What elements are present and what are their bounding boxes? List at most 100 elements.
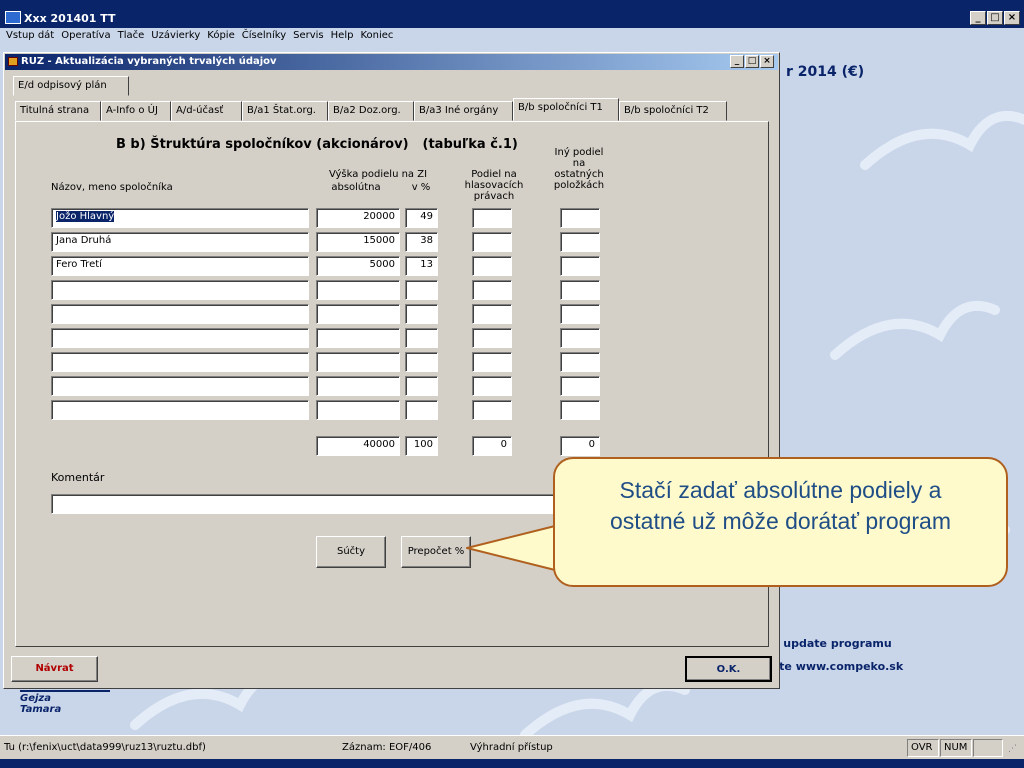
- tab-doz-org[interactable]: B/a2 Doz.org.: [328, 101, 414, 121]
- tab-spolocnici-t2[interactable]: B/b spoločníci T2: [619, 101, 727, 121]
- header-voting-line: Podiel na: [471, 169, 517, 180]
- partner-voting-field[interactable]: [472, 280, 512, 300]
- partner-absolute-field[interactable]: 20000: [316, 208, 400, 228]
- tab-spolocnici-t1[interactable]: B/b spoločníci T1: [513, 98, 619, 121]
- partner-name-value: Jožo Hlavný: [56, 211, 115, 222]
- partner-absolute-field[interactable]: [316, 400, 400, 420]
- partner-absolute-field[interactable]: [316, 376, 400, 396]
- status-record: Záznam: EOF/406: [342, 742, 432, 753]
- partner-other-field[interactable]: [560, 400, 600, 420]
- taskbar-strip: [0, 759, 1024, 768]
- tab-ine-organy[interactable]: B/a3 Iné orgány: [414, 101, 513, 121]
- comment-label: Komentár: [51, 471, 105, 484]
- partner-voting-field[interactable]: [472, 208, 512, 228]
- partner-absolute-field[interactable]: 15000: [316, 232, 400, 252]
- tab-stat-org[interactable]: B/a1 Štat.org.: [242, 101, 328, 121]
- partner-voting-field[interactable]: [472, 328, 512, 348]
- menu-help[interactable]: Help: [329, 28, 359, 45]
- background-name: Tamara: [20, 704, 62, 715]
- partner-voting-field[interactable]: [472, 376, 512, 396]
- menu-operativa[interactable]: Operatíva: [59, 28, 115, 45]
- partner-other-field[interactable]: [560, 328, 600, 348]
- partner-name-field[interactable]: [51, 304, 309, 324]
- partner-absolute-field[interactable]: [316, 280, 400, 300]
- dialog-minimize-icon[interactable]: _: [730, 55, 744, 68]
- partner-percent-field[interactable]: [405, 352, 438, 372]
- total-percent-field[interactable]: 100: [405, 436, 438, 456]
- partner-voting-field[interactable]: [472, 232, 512, 252]
- dialog-close-icon[interactable]: ×: [760, 55, 774, 68]
- resize-grip-icon[interactable]: ⋰: [1008, 744, 1017, 754]
- partner-name-field[interactable]: Jožo Hlavný: [51, 208, 309, 228]
- partner-percent-field[interactable]: [405, 304, 438, 324]
- partner-percent-field[interactable]: [405, 400, 438, 420]
- menu-uzavierky[interactable]: Uzávierky: [149, 28, 205, 45]
- sum-button[interactable]: Súčty: [316, 536, 386, 568]
- partner-percent-field[interactable]: [405, 376, 438, 396]
- menu-ciselniky[interactable]: Číselníky: [240, 28, 291, 45]
- restore-icon[interactable]: □: [987, 11, 1003, 25]
- partner-other-field[interactable]: [560, 280, 600, 300]
- back-button[interactable]: Návrat: [11, 656, 98, 682]
- menu-tlace[interactable]: Tlače: [116, 28, 150, 45]
- partner-absolute-field[interactable]: [316, 352, 400, 372]
- partner-voting-field[interactable]: [472, 304, 512, 324]
- background-web-text: vte www.compeko.sk: [772, 660, 904, 673]
- total-other-field[interactable]: 0: [560, 436, 600, 456]
- partner-percent-field[interactable]: 38: [405, 232, 438, 252]
- menu-vstup-dat[interactable]: Vstup dát: [4, 28, 59, 45]
- partner-name-field[interactable]: [51, 352, 309, 372]
- partner-name-field[interactable]: Jana Druhá: [51, 232, 309, 252]
- partner-other-field[interactable]: [560, 376, 600, 396]
- total-absolute-field[interactable]: 40000: [316, 436, 400, 456]
- background-divider: [20, 690, 110, 692]
- section-title-main: B b) Štruktúra spoločníkov (akcionárov): [116, 137, 409, 152]
- partner-name-field[interactable]: [51, 400, 309, 420]
- header-percent: v %: [411, 182, 431, 193]
- partner-name-field[interactable]: [51, 328, 309, 348]
- menu-koniec[interactable]: Koniec: [358, 28, 398, 45]
- partner-percent-field[interactable]: 13: [405, 256, 438, 276]
- dialog-maximize-icon[interactable]: □: [745, 55, 759, 68]
- tab-titulna-strana[interactable]: Titulná strana: [15, 101, 101, 121]
- partner-name-field[interactable]: Fero Tretí: [51, 256, 309, 276]
- partner-other-field[interactable]: [560, 208, 600, 228]
- status-num: NUM: [940, 739, 972, 757]
- ok-button[interactable]: O.K.: [685, 656, 772, 682]
- tab-odpisovy-plan[interactable]: E/d odpisový plán: [13, 76, 129, 96]
- partner-absolute-field[interactable]: 5000: [316, 256, 400, 276]
- app-icon: [5, 11, 21, 24]
- partner-voting-field[interactable]: [472, 256, 512, 276]
- partner-voting-field[interactable]: [472, 352, 512, 372]
- partner-name-field[interactable]: [51, 280, 309, 300]
- partner-percent-field[interactable]: [405, 280, 438, 300]
- close-icon[interactable]: ×: [1004, 11, 1020, 25]
- partner-percent-field[interactable]: 49: [405, 208, 438, 228]
- partner-other-field[interactable]: [560, 304, 600, 324]
- dialog-titlebar: RUZ - Aktualizácia vybraných trvalých úd…: [5, 54, 778, 70]
- partner-name-field[interactable]: [51, 376, 309, 396]
- menu-servis[interactable]: Servis: [291, 28, 329, 45]
- menu-kopie[interactable]: Kópie: [205, 28, 239, 45]
- partner-voting-field[interactable]: [472, 400, 512, 420]
- partner-other-field[interactable]: [560, 232, 600, 252]
- partner-absolute-field[interactable]: [316, 328, 400, 348]
- minimize-icon[interactable]: _: [970, 11, 986, 25]
- ruz-dialog: RUZ - Aktualizácia vybraných trvalých úd…: [3, 52, 780, 689]
- background-update-text: e update programu: [772, 637, 892, 650]
- watermark-bird-icon: [830, 301, 1000, 360]
- header-other-line: ostatných: [554, 169, 604, 180]
- partner-percent-field[interactable]: [405, 328, 438, 348]
- header-voting-line: hlasovacích: [464, 180, 524, 191]
- header-voting-line: právach: [473, 191, 515, 202]
- tab-info-uj[interactable]: A-Info o ÚJ: [101, 101, 171, 121]
- partner-other-field[interactable]: [560, 256, 600, 276]
- status-bar: Tu (r:\fenix\uct\data999\ruz13\ruztu.dbf…: [0, 735, 1024, 759]
- menu-bar: Vstup dát Operatíva Tlače Uzávierky Kópi…: [0, 28, 1024, 45]
- tab-ucast[interactable]: A/d-účasť: [171, 101, 242, 121]
- partner-absolute-field[interactable]: [316, 304, 400, 324]
- partner-other-field[interactable]: [560, 352, 600, 372]
- total-voting-field[interactable]: 0: [472, 436, 512, 456]
- callout-note: Stačí zadať absolútne podiely a ostatné …: [553, 457, 1008, 587]
- recalc-percent-button[interactable]: Prepočet %: [401, 536, 471, 568]
